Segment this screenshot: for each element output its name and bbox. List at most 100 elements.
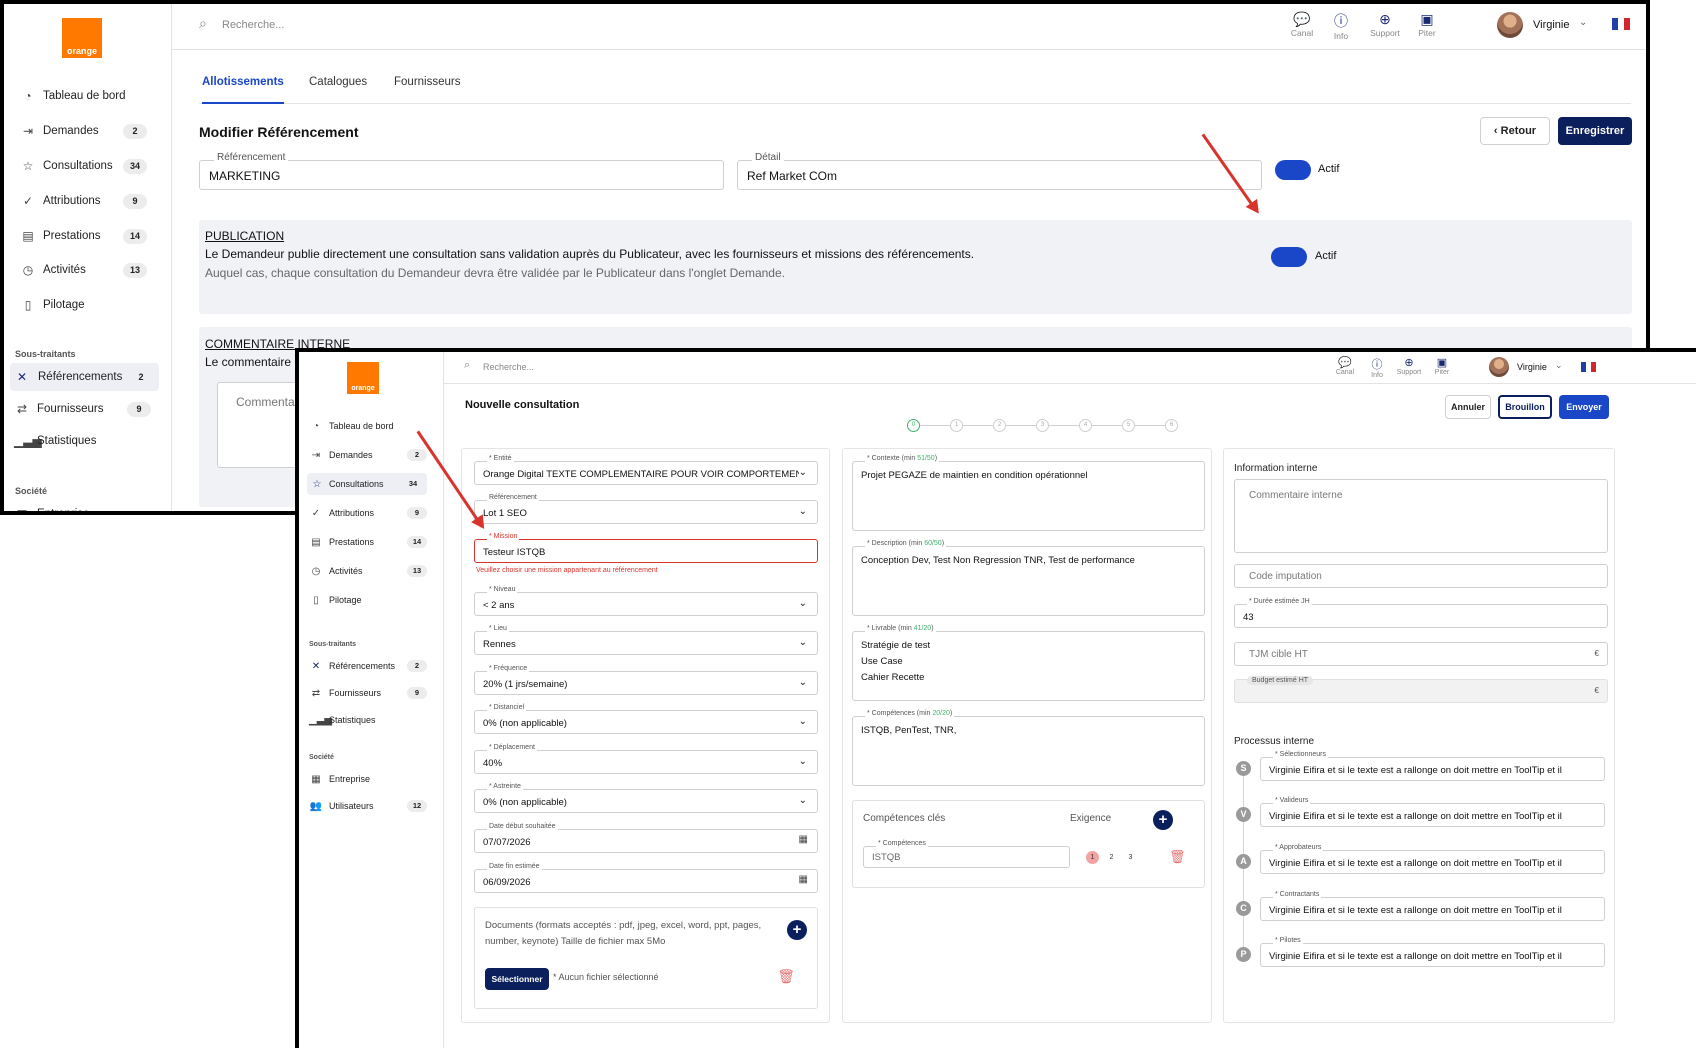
sidebar-item-demandes[interactable]: ⇥ Demandes 2 <box>4 118 171 144</box>
lieu-select[interactable]: * Lieu Rennes ⌄ <box>474 625 818 655</box>
sidebar-item-referencements[interactable]: ✕ Référencements 2 <box>10 363 159 391</box>
date-fin-field[interactable]: Date fin estimée 06/09/2026 ▦ <box>474 863 818 893</box>
cancel-button[interactable]: Annuler <box>1445 395 1491 419</box>
chevron-down-icon[interactable]: ⌄ <box>1579 17 1587 28</box>
active-toggle[interactable] <box>1275 160 1311 180</box>
piter-button[interactable]: ▣ Piter <box>1429 356 1455 376</box>
tab-allotissements[interactable]: Allotissements <box>202 76 284 104</box>
section-societe: Société <box>309 754 334 761</box>
publication-toggle[interactable] <box>1271 247 1307 267</box>
contractants-field[interactable]: * Contractants Virginie Eifira et si le … <box>1260 891 1605 921</box>
code-imputation-field[interactable]: Code imputation <box>1234 564 1608 588</box>
astreinte-select[interactable]: * Astreinte 0% (non applicable) ⌄ <box>474 783 818 813</box>
trash-icon[interactable]: 🗑 <box>777 968 795 985</box>
save-button[interactable]: Enregistrer <box>1558 117 1632 145</box>
add-document-button[interactable]: + <box>787 920 807 940</box>
tab-fournisseurs[interactable]: Fournisseurs <box>394 76 460 88</box>
frequence-select[interactable]: * Fréquence 20% (1 jrs/semaine) ⌄ <box>474 665 818 695</box>
sidebar-item-statistiques[interactable]: ▁▃▅ Statistiques <box>299 709 443 731</box>
support-button[interactable]: ⊕ Support <box>1364 11 1406 38</box>
info-button[interactable]: ⓘ Info <box>1365 356 1389 379</box>
avatar[interactable] <box>1489 357 1509 377</box>
step-dot[interactable]: 3 <box>1036 419 1049 432</box>
support-button[interactable]: ⊕ Support <box>1391 356 1427 376</box>
internal-comment-textarea[interactable]: Commentaire interne <box>1234 479 1608 553</box>
mission-field[interactable]: * Mission Testeur ISTQB <box>474 533 818 563</box>
level-3-button[interactable]: 3 <box>1124 851 1137 864</box>
search-input[interactable]: Recherche... <box>483 362 534 372</box>
competence-field[interactable]: * Compétences ISTQB <box>863 840 1070 868</box>
select-file-button[interactable]: Sélectionner <box>485 968 549 990</box>
tab-catalogues[interactable]: Catalogues <box>309 76 367 88</box>
distanciel-select[interactable]: * Distanciel 0% (non applicable) ⌄ <box>474 704 818 734</box>
level-2-button[interactable]: 2 <box>1105 851 1118 864</box>
back-button[interactable]: ‹ Retour <box>1480 117 1550 145</box>
sidebar-item-demandes[interactable]: ⇥ Demandes 2 <box>299 444 443 466</box>
approbateurs-field[interactable]: * Approbateurs Virginie Eifira et si le … <box>1260 844 1605 874</box>
euro-icon: € <box>1594 649 1599 658</box>
user-name[interactable]: Virginie <box>1517 362 1547 372</box>
trash-icon[interactable]: 🗑 <box>1169 849 1186 865</box>
sidebar-item-activites[interactable]: ◷ Activités 13 <box>4 257 171 283</box>
sidebar-item-entreprise[interactable]: ▦ Entreprise <box>299 768 443 790</box>
tjm-field[interactable]: TJM cible HT € <box>1234 642 1608 666</box>
level-1-button[interactable]: 1 <box>1086 851 1099 864</box>
step-dot[interactable]: 2 <box>993 419 1006 432</box>
french-flag-icon[interactable] <box>1581 362 1596 372</box>
sidebar-item-fournisseurs[interactable]: ⇄ Fournisseurs 9 <box>299 682 443 704</box>
orange-logo[interactable]: orange <box>62 18 102 58</box>
sidebar-item-attributions[interactable]: ✓ Attributions 9 <box>299 502 443 524</box>
info-button[interactable]: ⓘ Info <box>1327 11 1355 41</box>
entite-select[interactable]: * Entité Orange Digital TEXTE COMPLEMENT… <box>474 455 818 485</box>
sidebar-item-consultations[interactable]: ☆ Consultations 34 <box>307 473 427 495</box>
sidebar-item-entreprise[interactable]: ▦ Entreprise <box>4 501 171 511</box>
draft-button[interactable]: Brouillon <box>1498 395 1552 419</box>
date-debut-field[interactable]: Date début souhaitée 07/07/2026 ▦ <box>474 823 818 853</box>
sidebar-item-consultations[interactable]: ☆ Consultations 34 <box>4 153 171 179</box>
piter-button[interactable]: ▣ Piter <box>1412 11 1442 38</box>
step-dot[interactable]: 6 <box>1165 419 1178 432</box>
sidebar-item-prestations[interactable]: ▤ Prestations 14 <box>299 531 443 553</box>
sidebar-item-prestations[interactable]: ▤ Prestations 14 <box>4 223 171 249</box>
competences-textarea[interactable]: * Compétences (min 20/20) ISTQB, PenTest… <box>852 710 1205 786</box>
sidebar-item-attributions[interactable]: ✓ Attributions 9 <box>4 188 171 214</box>
search-input[interactable]: Recherche... <box>222 19 284 31</box>
orange-logo[interactable]: orange <box>347 362 379 394</box>
chevron-down-icon[interactable]: ⌄ <box>1555 360 1563 371</box>
calendar-icon[interactable]: ▦ <box>799 874 808 885</box>
selectionneurs-field[interactable]: * Sélectionneurs Virginie Eifira et si l… <box>1260 751 1605 781</box>
sidebar-item-activites[interactable]: ◷ Activités 13 <box>299 560 443 582</box>
duree-field[interactable]: * Durée estimée JH 43 <box>1234 598 1608 628</box>
add-skill-button[interactable]: + <box>1153 810 1173 830</box>
french-flag-icon[interactable] <box>1612 18 1630 30</box>
referencement-field[interactable]: Référencement MARKETING <box>199 152 724 190</box>
referencement-select[interactable]: Référencement Lot 1 SEO ⌄ <box>474 494 818 524</box>
pilotes-field[interactable]: * Pilotes Virginie Eifira et si le texte… <box>1260 937 1605 967</box>
step-dot[interactable]: 0 <box>907 419 920 432</box>
livrable-textarea[interactable]: * Livrable (min 41/20) Stratégie de test… <box>852 625 1205 701</box>
avatar[interactable] <box>1497 12 1523 38</box>
sidebar-item-utilisateurs[interactable]: 👥 Utilisateurs 12 <box>299 795 443 817</box>
contexte-textarea[interactable]: * Contexte (min 51/50) Projet PEGAZE de … <box>852 455 1205 531</box>
sidebar-item-fournisseurs[interactable]: ⇄ Fournisseurs 9 <box>4 396 171 422</box>
description-textarea[interactable]: * Description (min 60/50) Conception Dev… <box>852 540 1205 616</box>
step-dot[interactable]: 4 <box>1079 419 1092 432</box>
canal-button[interactable]: 💬 Canal <box>1330 356 1360 376</box>
sidebar-item-referencements[interactable]: ✕ Référencements 2 <box>299 655 443 677</box>
send-button[interactable]: Envoyer <box>1559 395 1609 419</box>
step-dot[interactable]: 1 <box>950 419 963 432</box>
sidebar: orange ◔ Tableau de bord ⇥ Demandes 2 ☆ … <box>4 4 172 511</box>
niveau-select[interactable]: * Niveau < 2 ans ⌄ <box>474 586 818 616</box>
detail-field[interactable]: Détail Ref Market COm <box>737 152 1262 190</box>
sidebar-item-pilotage[interactable]: ▯ Pilotage <box>4 292 171 318</box>
sidebar-item-pilotage[interactable]: ▯ Pilotage <box>299 589 443 611</box>
calendar-icon[interactable]: ▦ <box>799 834 808 845</box>
user-name[interactable]: Virginie <box>1533 19 1570 31</box>
sidebar-item-tableau-de-bord[interactable]: ◔ Tableau de bord <box>4 83 171 109</box>
sidebar-item-statistiques[interactable]: ▁▃▅ Statistiques <box>4 428 171 454</box>
step-dot[interactable]: 5 <box>1122 419 1135 432</box>
valideurs-field[interactable]: * Valideurs Virginie Eifira et si le tex… <box>1260 797 1605 827</box>
dashboard-icon: ◔ <box>312 420 320 432</box>
deplacement-select[interactable]: * Déplacement 40% ⌄ <box>474 744 818 774</box>
canal-button[interactable]: 💬 Canal <box>1284 11 1320 38</box>
